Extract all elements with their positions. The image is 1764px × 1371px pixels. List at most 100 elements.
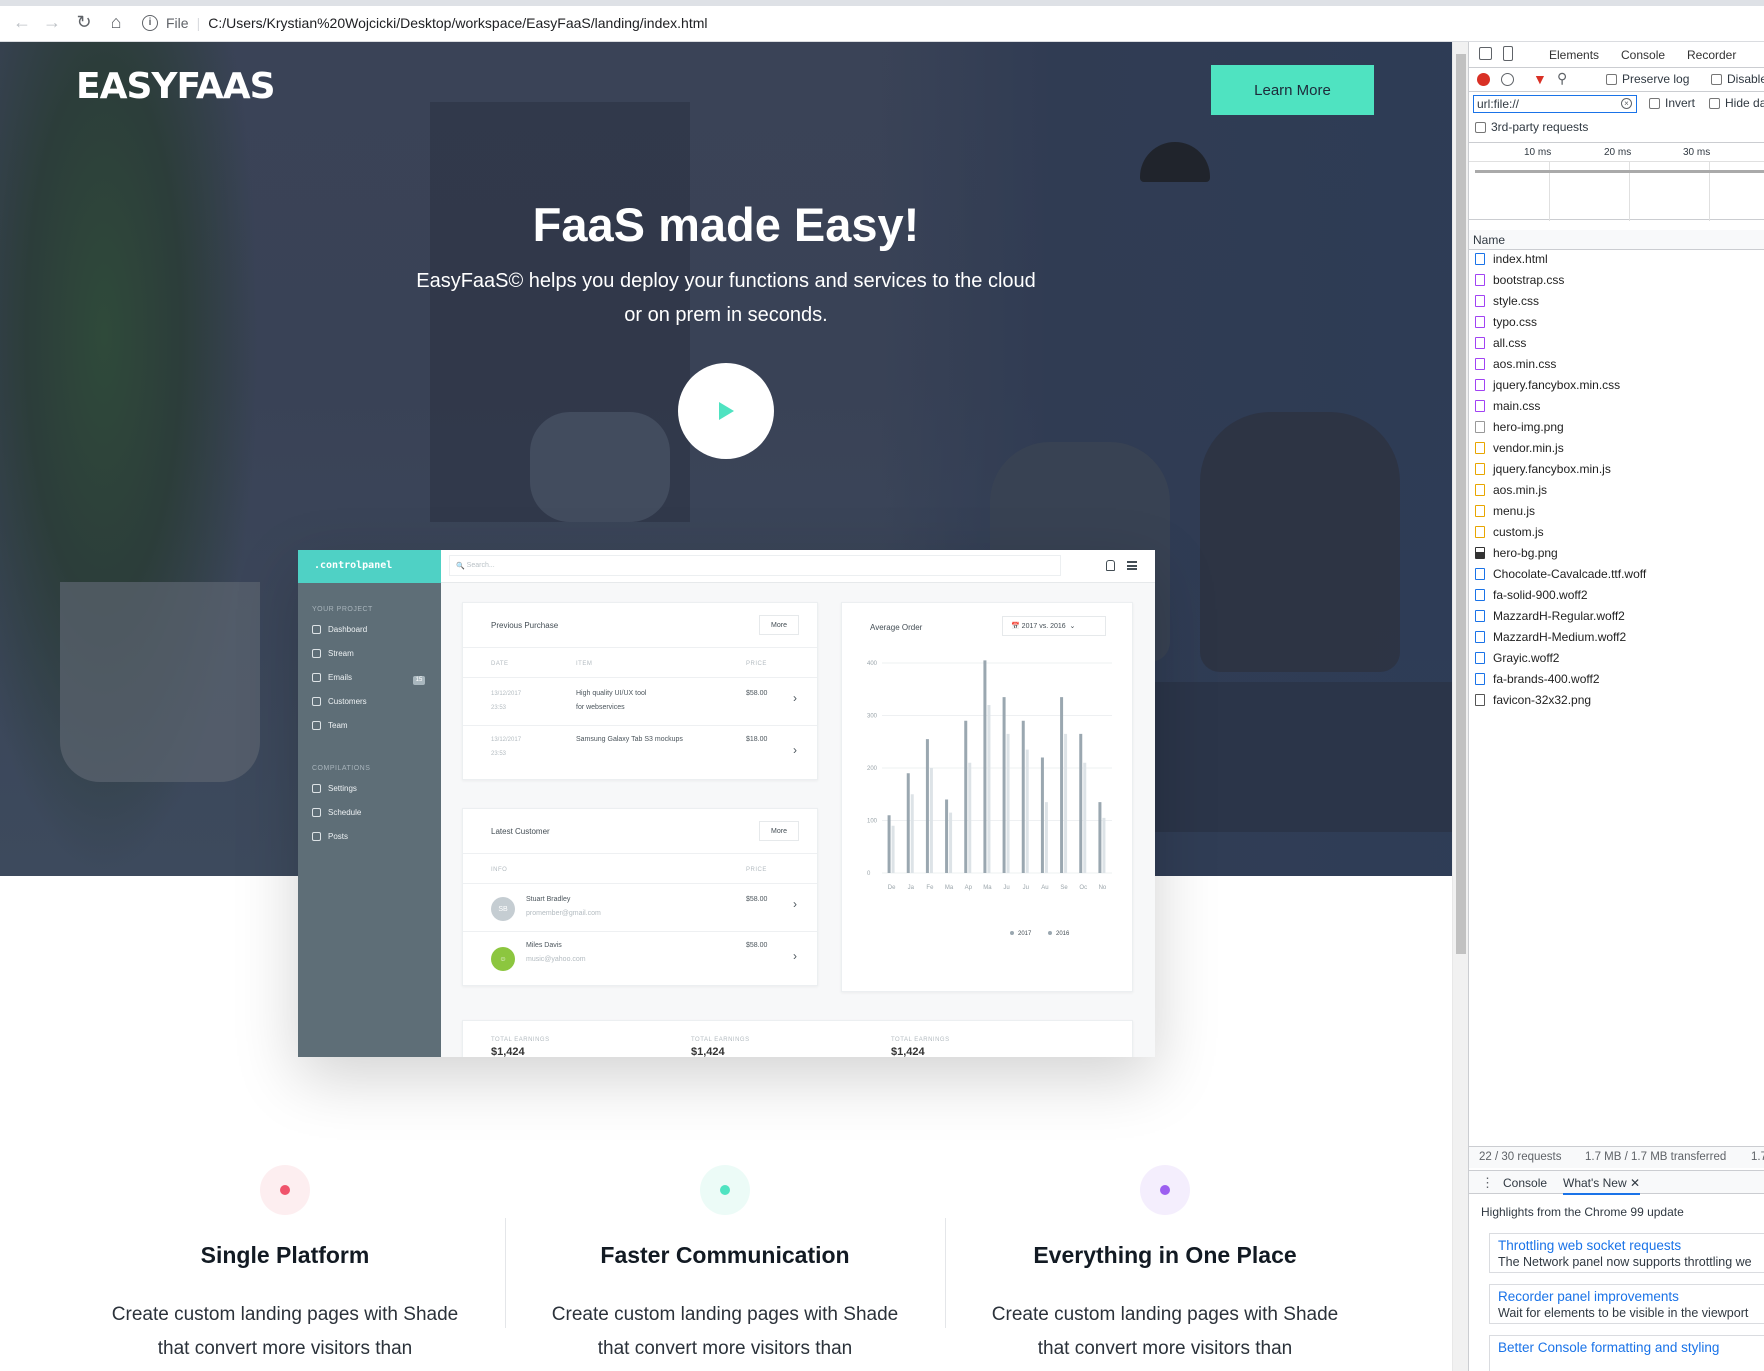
learn-more-button[interactable]: Learn More: [1211, 65, 1374, 115]
request-name[interactable]: jquery.fancybox.min.css: [1493, 378, 1620, 392]
request-row[interactable]: main.css: [1475, 399, 1540, 413]
tab-console[interactable]: Console: [1621, 48, 1665, 62]
request-row[interactable]: style.css: [1475, 294, 1539, 308]
clear-icon[interactable]: [1501, 73, 1514, 86]
address-bar[interactable]: i File | C:/Users/Krystian%20Wojcicki/De…: [142, 11, 1742, 35]
request-name[interactable]: MazzardH-Regular.woff2: [1493, 609, 1625, 623]
img2-file-icon: [1475, 547, 1485, 559]
x-tick-label: Ju: [1023, 885, 1029, 891]
request-name[interactable]: fa-brands-400.woff2: [1493, 672, 1600, 686]
hide-data-urls-checkbox[interactable]: Hide da: [1709, 96, 1764, 110]
request-row[interactable]: aos.min.css: [1475, 357, 1556, 371]
drawer-menu-icon[interactable]: ⋮: [1481, 1175, 1494, 1191]
request-name[interactable]: all.css: [1493, 336, 1526, 350]
whats-new-link[interactable]: Better Console formatting and styling: [1498, 1340, 1756, 1355]
bell-icon: [1106, 560, 1115, 571]
tab-elements[interactable]: Elements: [1549, 48, 1599, 62]
average-order-card: Average Order 📅 2017 vs. 2016 ⌄ 0 100 200 3…: [841, 602, 1133, 992]
preserve-log-checkbox[interactable]: Preserve log: [1606, 72, 1689, 86]
whats-new-link[interactable]: Throttling web socket requests: [1498, 1238, 1756, 1253]
whats-new-link[interactable]: Recorder panel improvements: [1498, 1289, 1756, 1304]
close-icon[interactable]: ✕: [1630, 1176, 1640, 1190]
inspect-icon[interactable]: [1479, 47, 1492, 60]
request-row[interactable]: MazzardH-Regular.woff2: [1475, 609, 1625, 623]
whats-new-text: The Network panel now supports throttlin…: [1498, 1255, 1752, 1269]
logo[interactable]: EASYFAAS: [76, 66, 276, 107]
request-row[interactable]: jquery.fancybox.min.js: [1475, 462, 1611, 476]
request-name[interactable]: style.css: [1493, 294, 1539, 308]
url-text[interactable]: C:/Users/Krystian%20Wojcicki/Desktop/wor…: [208, 15, 707, 31]
request-name[interactable]: Chocolate-Cavalcade.ttf.woff: [1493, 567, 1646, 581]
filter-icon[interactable]: ▼: [1533, 71, 1547, 87]
whats-new-card[interactable]: Recorder panel improvements Wait for ele…: [1489, 1284, 1764, 1324]
request-name[interactable]: hero-bg.png: [1493, 546, 1558, 560]
request-row[interactable]: fa-brands-400.woff2: [1475, 672, 1600, 686]
request-name[interactable]: favicon-32x32.png: [1493, 693, 1591, 707]
request-row[interactable]: Chocolate-Cavalcade.ttf.woff: [1475, 567, 1646, 581]
pencil-icon: [312, 832, 321, 841]
request-name[interactable]: MazzardH-Medium.woff2: [1493, 630, 1626, 644]
request-name[interactable]: Grayic.woff2: [1493, 651, 1559, 665]
record-icon[interactable]: [1477, 73, 1490, 86]
request-name[interactable]: menu.js: [1493, 504, 1535, 518]
play-video-button[interactable]: [678, 363, 774, 459]
search-icon[interactable]: ⚲: [1557, 70, 1567, 87]
request-name[interactable]: typo.css: [1493, 315, 1537, 329]
back-icon[interactable]: ←: [12, 12, 32, 32]
name-column-header[interactable]: Name: [1473, 233, 1505, 247]
request-name[interactable]: main.css: [1493, 399, 1540, 413]
page-scrollbar[interactable]: [1452, 42, 1468, 1371]
request-name[interactable]: custom.js: [1493, 525, 1544, 539]
request-name[interactable]: fa-solid-900.woff2: [1493, 588, 1588, 602]
drawer-tab-whats-new[interactable]: What's New ✕: [1563, 1176, 1641, 1195]
sidebar-item-stream: Stream: [312, 649, 354, 658]
request-row[interactable]: index.html: [1475, 252, 1548, 266]
request-row[interactable]: vendor.min.js: [1475, 441, 1564, 455]
whats-new-card[interactable]: Throttling web socket requests The Netwo…: [1489, 1233, 1764, 1273]
request-row[interactable]: bootstrap.css: [1475, 273, 1564, 287]
drawer-tab-console[interactable]: Console: [1503, 1176, 1547, 1190]
disable-cache-checkbox[interactable]: Disable: [1711, 72, 1764, 86]
bar-2016-9: [1064, 733, 1068, 873]
info-icon[interactable]: i: [142, 15, 158, 31]
whats-new-card[interactable]: Better Console formatting and styling: [1489, 1335, 1764, 1371]
request-row[interactable]: custom.js: [1475, 525, 1544, 539]
reload-icon[interactable]: ↻: [74, 12, 94, 32]
request-name[interactable]: jquery.fancybox.min.js: [1493, 462, 1611, 476]
request-row[interactable]: hero-img.png: [1475, 420, 1564, 434]
device-toggle-icon[interactable]: [1503, 46, 1513, 61]
request-row[interactable]: fa-solid-900.woff2: [1475, 588, 1588, 602]
request-name[interactable]: index.html: [1493, 252, 1548, 266]
invert-checkbox[interactable]: Invert: [1649, 96, 1695, 110]
filter-input[interactable]: url:file:// ×: [1473, 95, 1637, 113]
request-row[interactable]: jquery.fancybox.min.css: [1475, 378, 1620, 392]
tab-recorder[interactable]: Recorder: [1687, 48, 1736, 62]
request-row[interactable]: Grayic.woff2: [1475, 651, 1559, 665]
third-party-checkbox[interactable]: 3rd-party requests: [1475, 120, 1588, 134]
timeline-overview[interactable]: 10 ms 20 ms 30 ms: [1469, 142, 1764, 221]
request-row[interactable]: favicon-32x32.png: [1475, 693, 1591, 707]
request-table-header[interactable]: Name: [1469, 230, 1764, 250]
x-tick-label: De: [888, 885, 896, 891]
emails-badge: 15: [413, 676, 425, 685]
request-row[interactable]: all.css: [1475, 336, 1526, 350]
home-icon[interactable]: ⌂: [106, 12, 126, 32]
request-row[interactable]: hero-bg.png: [1475, 546, 1558, 560]
network-status-bar: 22 / 30 requests 1.7 MB / 1.7 MB transfe…: [1469, 1146, 1764, 1168]
css-file-icon: [1475, 316, 1485, 328]
request-name[interactable]: aos.min.css: [1493, 357, 1556, 371]
request-row[interactable]: menu.js: [1475, 504, 1535, 518]
y-tick-label: 0: [867, 871, 871, 877]
request-row[interactable]: MazzardH-Medium.woff2: [1475, 630, 1626, 644]
request-name[interactable]: aos.min.js: [1493, 483, 1547, 497]
css-file-icon: [1475, 379, 1485, 391]
clear-filter-icon[interactable]: ×: [1621, 98, 1632, 109]
forward-icon[interactable]: →: [42, 12, 62, 32]
request-row[interactable]: aos.min.js: [1475, 483, 1547, 497]
request-name[interactable]: bootstrap.css: [1493, 273, 1564, 287]
request-name[interactable]: vendor.min.js: [1493, 441, 1564, 455]
scheme-label: File: [166, 15, 189, 31]
request-name[interactable]: hero-img.png: [1493, 420, 1564, 434]
request-row[interactable]: typo.css: [1475, 315, 1537, 329]
scrollbar-thumb[interactable]: [1456, 54, 1466, 954]
